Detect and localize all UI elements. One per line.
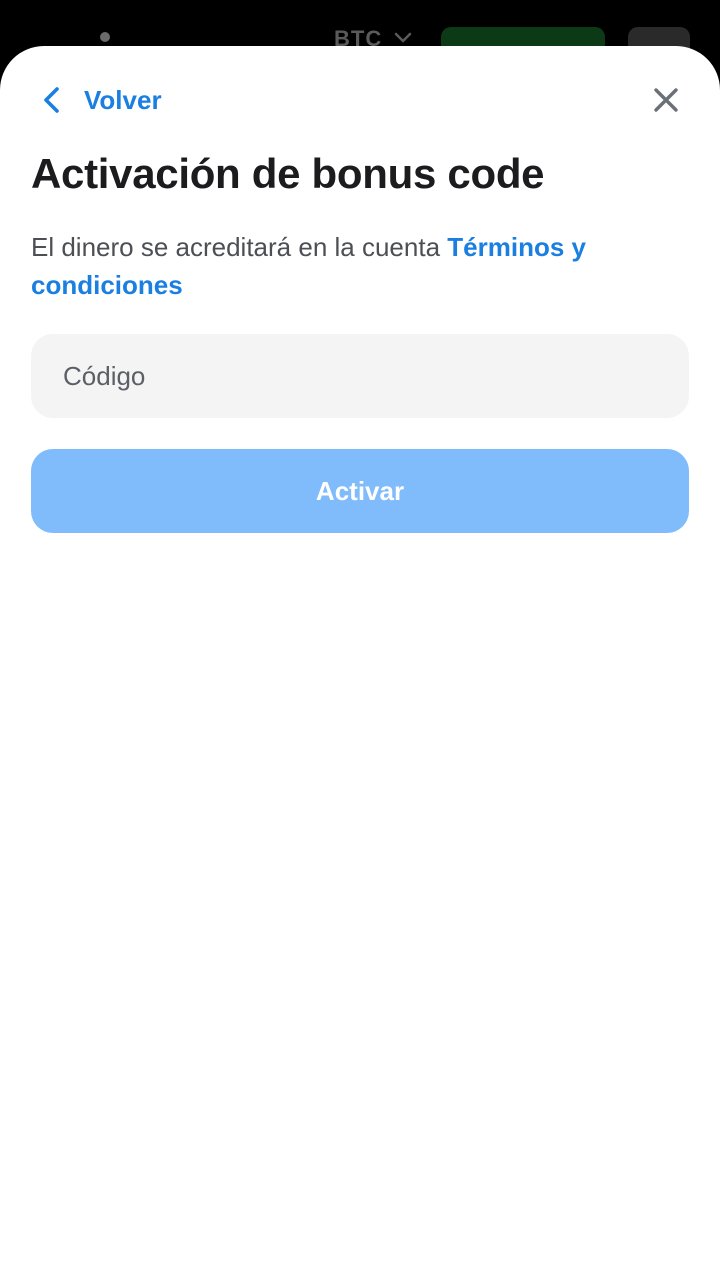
description-text: El dinero se acreditará en la cuenta Tér… <box>31 228 671 304</box>
activate-button[interactable]: Activar <box>31 449 689 533</box>
close-icon <box>654 88 678 112</box>
back-button[interactable]: Volver <box>40 84 162 116</box>
back-label: Volver <box>84 84 162 115</box>
code-input[interactable] <box>31 334 689 418</box>
bonus-code-sheet: Volver Activación de bonus code El diner… <box>0 46 720 1280</box>
close-button[interactable] <box>650 84 682 116</box>
page-title: Activación de bonus code <box>31 150 545 197</box>
background-chevron-down-icon <box>394 32 412 43</box>
background-menu-dot <box>100 32 110 42</box>
description-label: El dinero se acreditará en la cuenta <box>31 232 441 262</box>
chevron-left-icon <box>44 87 59 113</box>
